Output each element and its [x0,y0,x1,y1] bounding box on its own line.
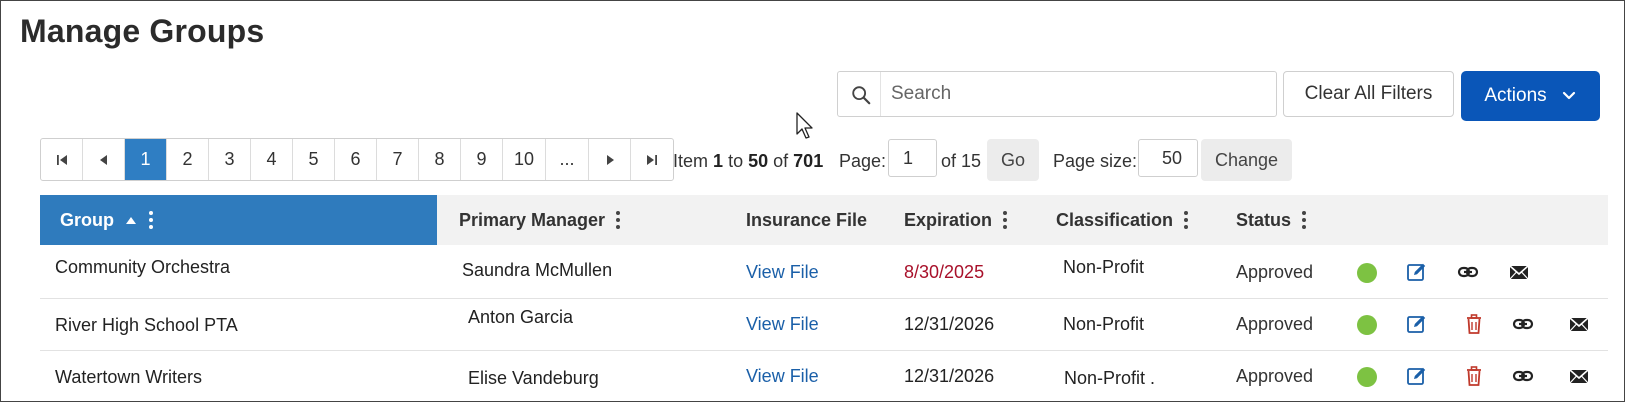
cell-group: River High School PTA [55,315,238,335]
trash-icon[interactable] [1463,365,1485,387]
view-file-link[interactable]: View File [746,366,819,387]
actions-button[interactable]: Actions [1461,71,1600,121]
cell-expiration: 12/31/2026 [904,314,995,334]
grid-header: Group Primary Manager Insurance File Exp… [40,195,1608,245]
column-header-primary-manager[interactable]: Primary Manager [459,195,623,245]
edit-icon[interactable] [1406,261,1428,283]
column-header-status[interactable]: Status [1236,195,1309,245]
prev-page-icon [99,154,107,165]
last-page-button[interactable] [631,139,673,180]
status-dot-icon [1357,263,1377,283]
search-icon [852,86,871,105]
cell-classification: Non-Profit [1063,314,1145,334]
column-header-group[interactable]: Group [40,195,437,245]
table-row[interactable]: River High School PTA Anton Garcia View … [40,299,1608,351]
cell-primary-manager: Anton Garcia [468,307,574,327]
link-icon[interactable] [1512,313,1534,335]
cell-expiration: 12/31/2026 [904,366,995,386]
item-to: 50 [748,151,769,171]
mouse-cursor-icon [796,112,813,139]
page-button-4[interactable]: 4 [251,139,293,180]
page-button-7[interactable]: 7 [377,139,419,180]
envelope-icon[interactable] [1508,261,1530,283]
chevron-down-icon [1562,91,1575,100]
column-header-expiration-label: Expiration [904,209,993,230]
first-page-button[interactable] [41,139,83,180]
page-size-label: Page size: [1053,151,1138,171]
page-button-2[interactable]: 2 [167,139,209,180]
link-icon[interactable] [1457,261,1479,283]
page-total-label: of 15 [941,151,982,171]
sort-ascending-icon [126,217,136,224]
page-size-input[interactable] [1138,139,1198,177]
page-button-more[interactable]: ... [546,139,589,180]
page-button-10[interactable]: 10 [503,139,546,180]
item-from: 1 [713,151,724,171]
cell-classification: Non-Profit . [1064,368,1156,388]
prev-page-button[interactable] [83,139,125,180]
pagination: 1 2 3 4 5 6 7 8 9 10 ... [40,138,674,181]
page-title: Manage Groups [20,13,265,49]
column-header-insurance-file[interactable]: Insurance File [746,195,867,245]
cell-status: Approved [1236,262,1314,282]
cell-group: Community Orchestra [55,257,231,277]
page-button-6[interactable]: 6 [335,139,377,180]
first-page-icon [56,154,67,165]
last-page-icon [647,154,657,165]
cell-primary-manager: Elise Vandeburg [468,368,599,388]
item-count: Item 1 to 50 of 701 [673,151,823,172]
column-header-classification[interactable]: Classification [1056,195,1191,245]
table-row[interactable]: Watertown Writers Elise Vandeburg View F… [40,351,1608,402]
column-header-expiration[interactable]: Expiration [904,195,1010,245]
cell-primary-manager: Saundra McMullen [462,260,613,280]
cell-group: Watertown Writers [55,367,203,387]
view-file-link[interactable]: View File [746,314,819,335]
cell-classification: Non-Profit [1063,257,1145,277]
status-dot-icon [1357,315,1377,335]
column-header-insurance-file-label: Insurance File [746,209,868,230]
view-file-link[interactable]: View File [746,262,819,283]
item-count-prefix: Item [673,151,709,171]
edit-icon[interactable] [1406,365,1428,387]
page-label: Page: [839,151,887,171]
edit-icon[interactable] [1406,313,1428,335]
trash-icon[interactable] [1463,313,1485,335]
item-to-word: to [728,151,744,171]
column-header-classification-label: Classification [1056,209,1174,230]
column-header-status-label: Status [1236,209,1292,230]
item-total: 701 [793,151,824,171]
page-button-1[interactable]: 1 [125,139,167,180]
page-button-9[interactable]: 9 [461,139,503,180]
go-button[interactable]: Go [987,139,1039,181]
next-page-icon [606,154,614,165]
search-box[interactable] [837,71,1277,117]
column-menu-icon[interactable] [146,210,156,230]
column-header-group-label: Group [60,209,114,230]
column-header-primary-manager-label: Primary Manager [459,209,606,230]
column-menu-icon[interactable] [1181,210,1191,230]
next-page-button[interactable] [589,139,631,180]
search-input[interactable] [880,72,1270,116]
cell-status: Approved [1236,366,1314,386]
column-menu-icon[interactable] [1000,210,1010,230]
page-button-3[interactable]: 3 [209,139,251,180]
page-button-8[interactable]: 8 [419,139,461,180]
page-number-input[interactable] [888,139,937,177]
cell-expiration: 8/30/2025 [904,262,985,282]
table-row[interactable]: Community Orchestra Saundra McMullen Vie… [40,245,1608,299]
column-menu-icon[interactable] [613,210,623,230]
envelope-icon[interactable] [1568,313,1590,335]
item-of-word: of [773,151,789,171]
change-page-size-button[interactable]: Change [1201,139,1292,181]
cell-status: Approved [1236,314,1314,334]
status-dot-icon [1357,367,1377,387]
link-icon[interactable] [1512,365,1534,387]
page-button-5[interactable]: 5 [293,139,335,180]
column-menu-icon[interactable] [1299,210,1309,230]
envelope-icon[interactable] [1568,365,1590,387]
clear-all-filters-button[interactable]: Clear All Filters [1283,71,1454,117]
actions-button-label: Actions [1484,85,1547,106]
